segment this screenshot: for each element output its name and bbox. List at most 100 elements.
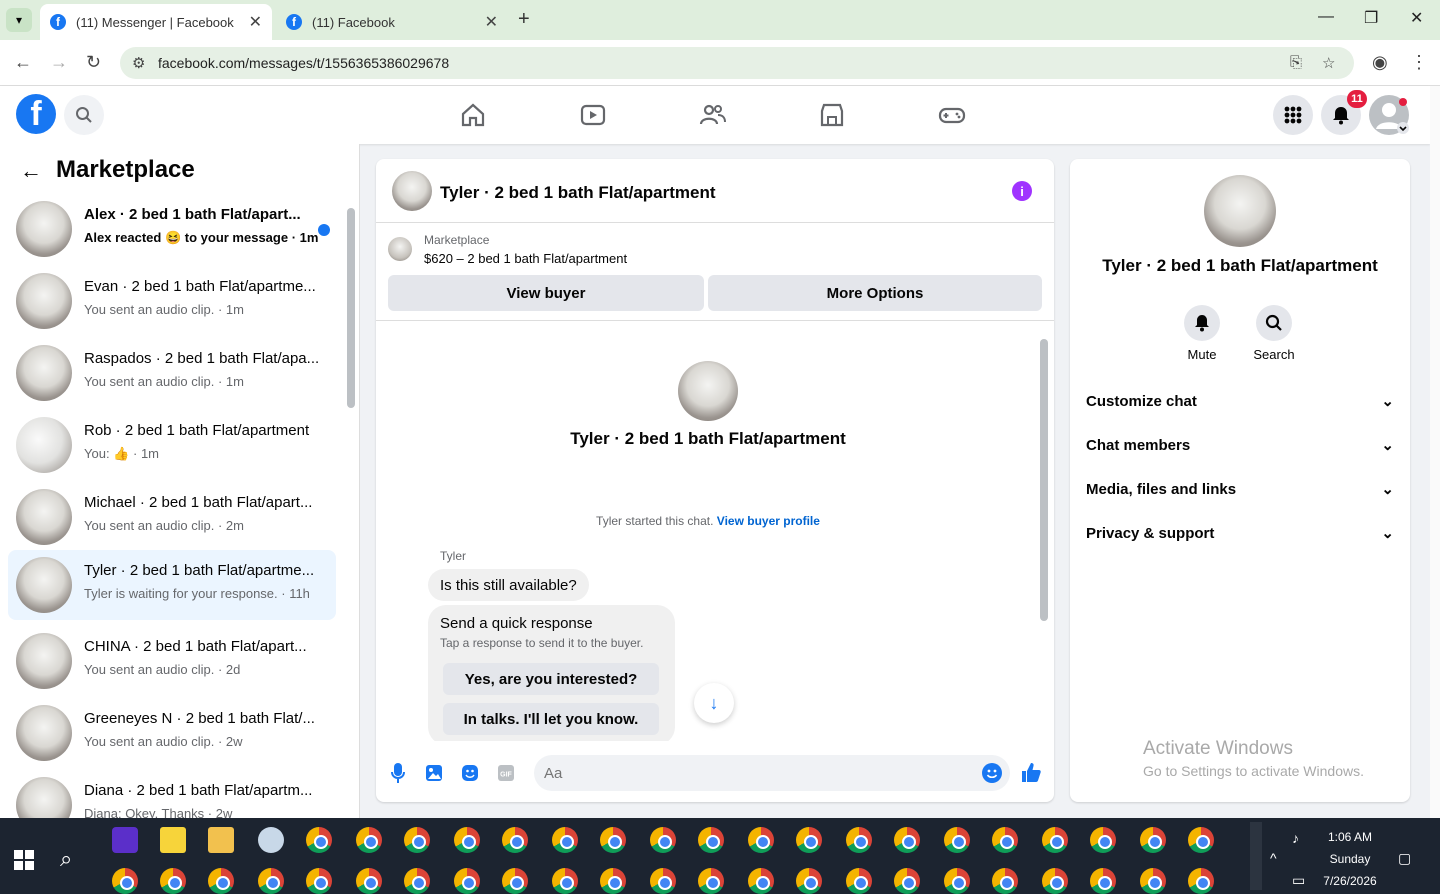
conversation-item[interactable]: Greeneyes N · 2 bed 1 bath Flat/... You … (8, 698, 336, 768)
tab-messenger[interactable]: f (11) Messenger | Facebook ✕ (40, 4, 272, 40)
sidebar-scrollbar[interactable] (347, 208, 355, 408)
tab-facebook[interactable]: f (11) Facebook ✕ (276, 4, 508, 40)
conversation-item[interactable]: Alex · 2 bed 1 bath Flat/apart... Alex r… (8, 194, 336, 264)
chrome-icon[interactable] (1042, 868, 1068, 894)
watch-icon[interactable] (579, 101, 607, 129)
chrome-icon[interactable] (600, 868, 626, 894)
chrome-icon[interactable] (404, 827, 430, 853)
back-icon[interactable]: ← (14, 52, 32, 73)
chrome-icon[interactable] (1140, 827, 1166, 853)
conversation-item[interactable]: Evan · 2 bed 1 bath Flat/apartme... You … (8, 266, 336, 336)
chrome-icon[interactable] (502, 868, 528, 894)
chrome-icon[interactable] (600, 827, 626, 853)
maximize-button[interactable]: ❐ (1364, 8, 1378, 28)
sticker-icon[interactable] (460, 763, 480, 783)
app-icon[interactable] (258, 827, 284, 853)
network-icon[interactable]: ▭ (1292, 872, 1305, 889)
section-privacy-support[interactable]: Privacy & support ⌄ (1086, 515, 1394, 551)
chrome-icon[interactable] (1042, 827, 1068, 853)
chrome-icon[interactable] (356, 868, 382, 894)
close-window-button[interactable]: ✕ (1410, 8, 1423, 28)
menu-grid-button[interactable] (1273, 95, 1313, 135)
conversation-item[interactable]: CHINA · 2 bed 1 bath Flat/apart... You s… (8, 626, 336, 696)
taskbar-scrollbar[interactable] (1250, 822, 1262, 890)
chrome-icon[interactable] (306, 827, 332, 853)
profile-icon[interactable]: ◉ (1372, 52, 1388, 73)
chrome-icon[interactable] (846, 827, 872, 853)
chrome-icon[interactable] (650, 868, 676, 894)
chrome-icon[interactable] (552, 827, 578, 853)
tab-close-icon[interactable]: ✕ (249, 12, 262, 32)
photo-icon[interactable] (424, 763, 444, 783)
browser-menu-icon[interactable]: ⋮ (1410, 52, 1428, 73)
chrome-icon[interactable] (502, 827, 528, 853)
tab-search-button[interactable]: ▾ (6, 8, 32, 32)
conversation-item[interactable]: Raspados · 2 bed 1 bath Flat/apa... You … (8, 338, 336, 408)
chrome-icon[interactable] (1090, 868, 1116, 894)
gaming-icon[interactable] (938, 101, 966, 129)
chrome-icon[interactable] (944, 868, 970, 894)
chrome-icon[interactable] (258, 868, 284, 894)
file-explorer-icon[interactable] (208, 827, 234, 853)
chrome-icon[interactable] (1090, 827, 1116, 853)
friends-icon[interactable] (699, 101, 727, 129)
conversation-item[interactable]: Michael · 2 bed 1 bath Flat/apart... You… (8, 482, 336, 552)
chrome-icon[interactable] (208, 868, 234, 894)
view-buyer-button[interactable]: View buyer (388, 275, 704, 311)
clock-day[interactable]: Sunday (1318, 852, 1382, 866)
bookmark-star-icon[interactable]: ☆ (1322, 54, 1335, 72)
thumbs-up-send-icon[interactable] (1020, 761, 1042, 789)
speaker-icon[interactable]: ♪ (1292, 830, 1299, 846)
chat-title[interactable]: Tyler · 2 bed 1 bath Flat/apartment (440, 183, 716, 203)
message-input[interactable] (534, 755, 1010, 791)
quick-reply-button[interactable]: In talks. I'll let you know. (443, 703, 659, 735)
back-arrow-icon[interactable]: ← (20, 158, 42, 184)
install-app-icon[interactable]: ⎘ (1290, 54, 1302, 71)
section-customize-chat[interactable]: Customize chat ⌄ (1086, 383, 1394, 419)
info-icon[interactable]: i (1012, 181, 1032, 201)
account-avatar[interactable] (1369, 95, 1409, 135)
notification-center-icon[interactable]: ▢ (1398, 850, 1411, 867)
taskbar-search-icon[interactable]: ⌕ (60, 846, 72, 872)
conversation-item-selected[interactable]: Tyler · 2 bed 1 bath Flat/apartme... Tyl… (8, 550, 336, 620)
reload-icon[interactable]: ↻ (86, 52, 101, 73)
forward-icon[interactable]: → (50, 52, 68, 73)
clock-date[interactable]: 7/26/2026 (1318, 874, 1382, 888)
app-icon[interactable] (112, 827, 138, 853)
chrome-icon[interactable] (992, 868, 1018, 894)
url-field[interactable]: ⚙ facebook.com/messages/t/15563653860296… (120, 47, 1354, 79)
chrome-icon[interactable] (650, 827, 676, 853)
quick-reply-button[interactable]: Yes, are you interested? (443, 663, 659, 695)
more-options-button[interactable]: More Options (708, 275, 1042, 311)
chrome-icon[interactable] (1188, 827, 1214, 853)
windows-start-icon[interactable] (14, 850, 34, 870)
mute-button[interactable]: Mute (1166, 305, 1238, 362)
chrome-icon[interactable] (796, 868, 822, 894)
chrome-icon[interactable] (454, 827, 480, 853)
chrome-icon[interactable] (796, 827, 822, 853)
view-buyer-profile-link[interactable]: View buyer profile (717, 514, 820, 528)
new-tab-button[interactable]: + (518, 8, 530, 31)
chrome-icon[interactable] (552, 868, 578, 894)
scroll-down-arrow-icon[interactable]: ↓ (694, 683, 734, 723)
marketplace-icon[interactable] (818, 101, 846, 129)
chrome-icon[interactable] (944, 827, 970, 853)
chrome-icon[interactable] (894, 827, 920, 853)
section-media-files-links[interactable]: Media, files and links ⌄ (1086, 471, 1394, 507)
details-avatar[interactable] (1204, 175, 1276, 247)
listing-title[interactable]: $620 – 2 bed 1 bath Flat/apartment (424, 251, 627, 266)
conversation-item[interactable]: Rob · 2 bed 1 bath Flat/apartment You: 👍… (8, 410, 336, 480)
chrome-icon[interactable] (748, 868, 774, 894)
chat-avatar[interactable] (392, 171, 432, 211)
home-icon[interactable] (459, 101, 487, 129)
chrome-icon[interactable] (160, 868, 186, 894)
chrome-icon[interactable] (306, 868, 332, 894)
chrome-icon[interactable] (894, 868, 920, 894)
chrome-icon[interactable] (846, 868, 872, 894)
chat-scrollbar[interactable] (1040, 339, 1048, 621)
chrome-icon[interactable] (1140, 868, 1166, 894)
chrome-icon[interactable] (698, 827, 724, 853)
search-in-conversation-button[interactable]: Search (1238, 305, 1310, 362)
facebook-logo-icon[interactable]: f (16, 94, 56, 134)
chrome-icon[interactable] (404, 868, 430, 894)
